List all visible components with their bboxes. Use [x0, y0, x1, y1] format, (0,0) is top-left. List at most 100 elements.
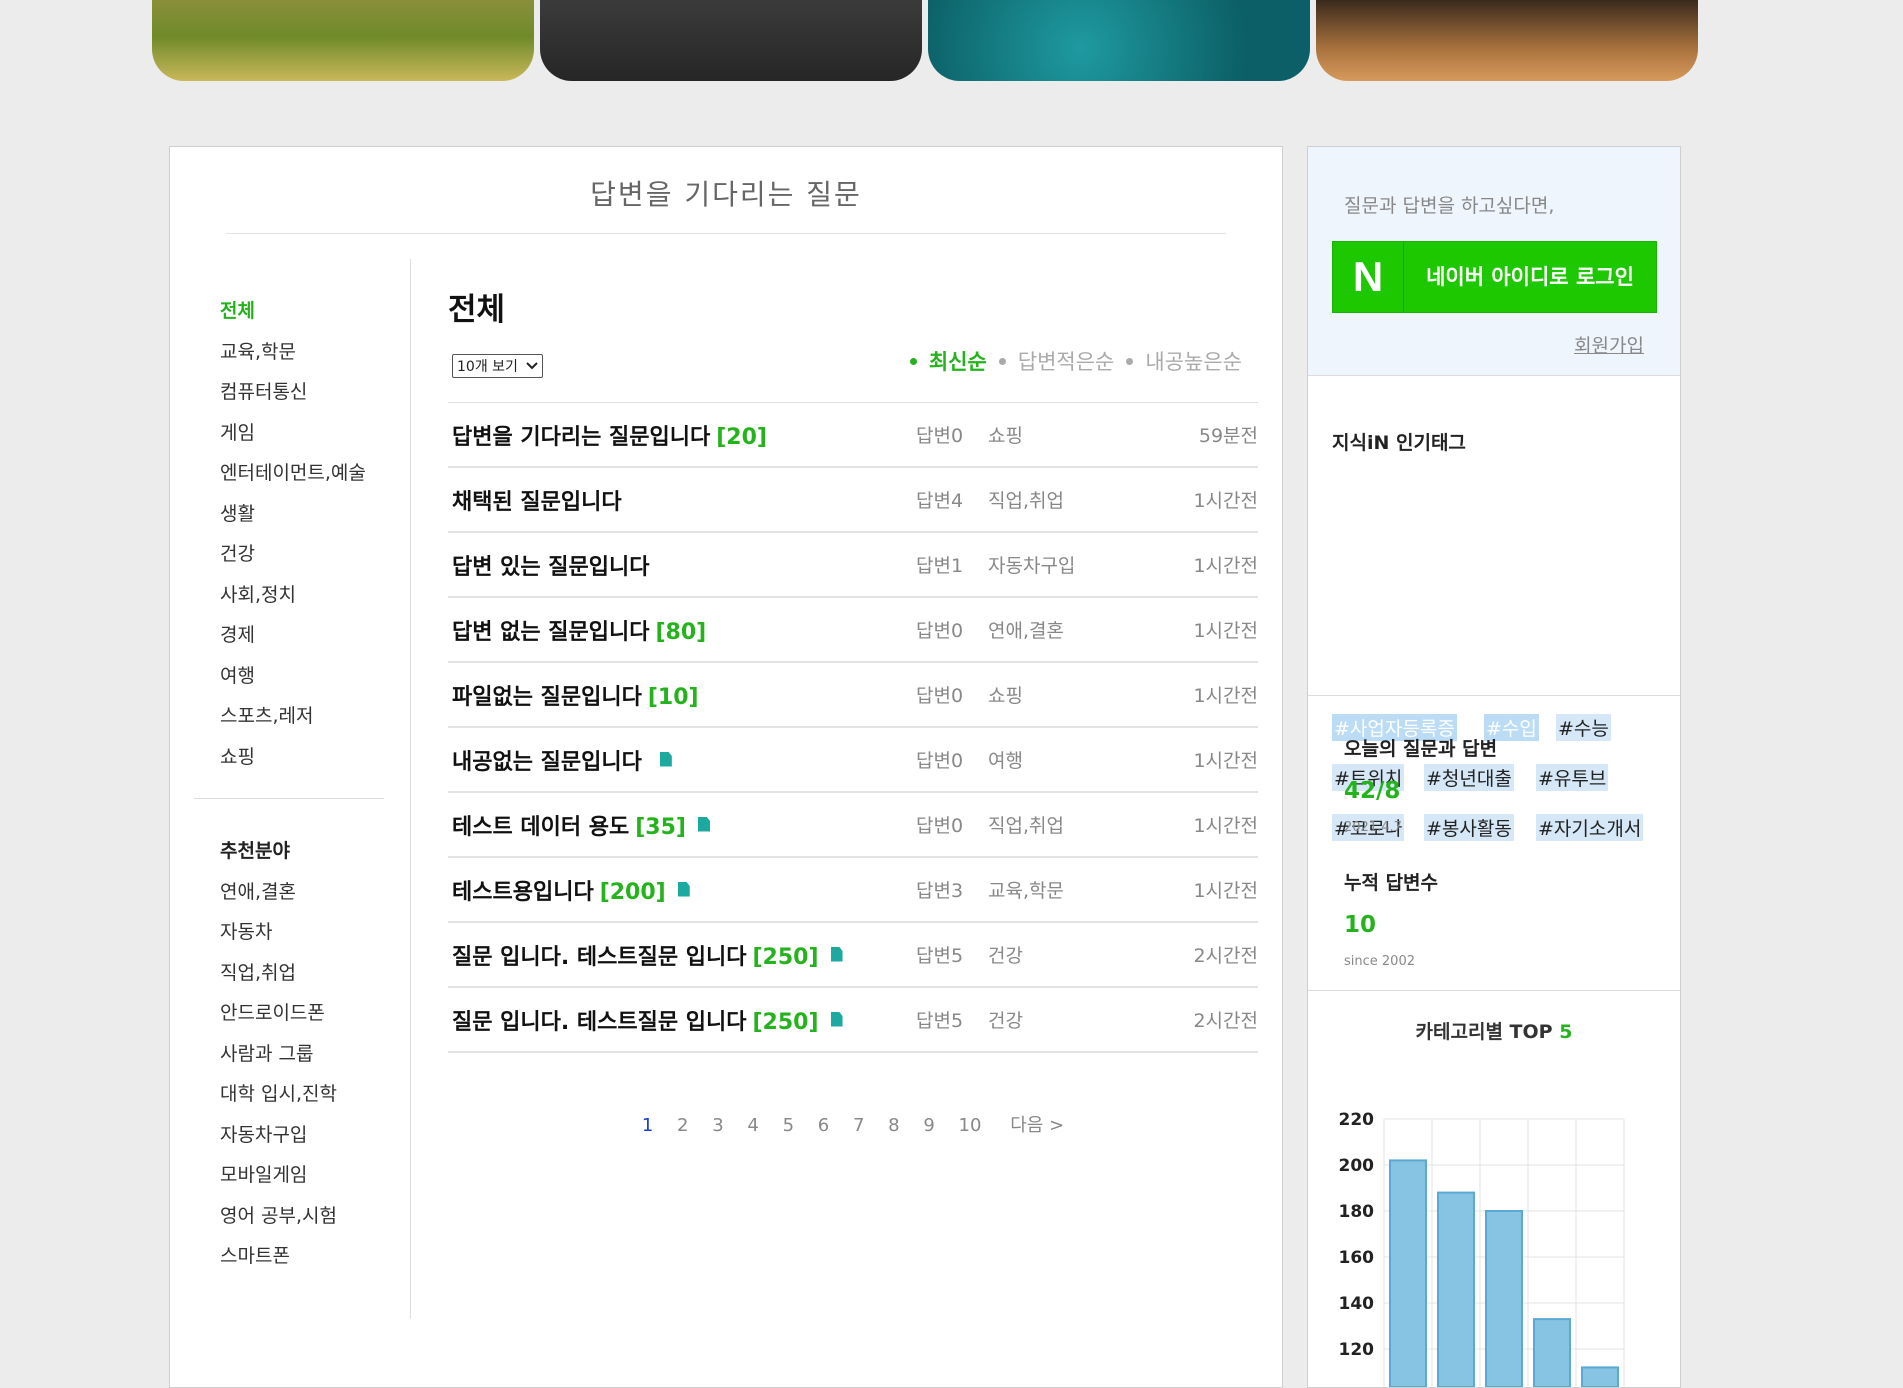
question-row[interactable]: 테스트용입니다 [200] 답변3 교육,학문 1시간전: [448, 858, 1258, 923]
page-link[interactable]: 2: [677, 1115, 688, 1136]
recommend-item[interactable]: 모바일게임: [220, 1155, 400, 1196]
column-divider: [410, 259, 411, 1319]
question-category: 건강: [988, 1010, 1023, 1032]
y-tick-label: 180: [1339, 1202, 1375, 1222]
answer-count: 답변4: [916, 490, 964, 512]
answer-count: 답변1: [916, 555, 964, 577]
page-link[interactable]: 3: [712, 1115, 723, 1136]
category-item[interactable]: 여행: [220, 656, 400, 697]
question-row[interactable]: 테스트 데이터 용도 [35] 답변0 직업,취업 1시간전: [448, 793, 1258, 858]
next-page-link[interactable]: 다음 >: [1010, 1111, 1064, 1137]
question-time: 1시간전: [1193, 880, 1258, 902]
question-title-link[interactable]: 테스트 데이터 용도 [35]: [452, 809, 710, 841]
recommend-item[interactable]: 자동차: [220, 912, 400, 953]
question-title-link[interactable]: 질문 입니다. 테스트질문 입니다 [250]: [452, 939, 843, 971]
question-row[interactable]: 파일없는 질문입니다 [10] 답변0 쇼핑 1시간전: [448, 663, 1258, 728]
question-time: 1시간전: [1193, 685, 1258, 707]
page-link[interactable]: 8: [888, 1115, 899, 1136]
question-time: 1시간전: [1193, 555, 1258, 577]
chart-bar[interactable]: [1389, 1159, 1427, 1387]
question-title: 파일없는 질문입니다: [452, 684, 642, 710]
top5-bar-chart: 120 140 160 180 200 220: [1339, 1110, 1625, 1387]
question-row[interactable]: 질문 입니다. 테스트질문 입니다 [250] 답변5 건강 2시간전: [448, 988, 1258, 1053]
category-item[interactable]: 스포츠,레저: [220, 696, 400, 737]
recommend-item[interactable]: 영어 공부,시험: [220, 1196, 400, 1237]
y-tick-label: 120: [1339, 1340, 1375, 1360]
recommend-item[interactable]: 자동차구입: [220, 1115, 400, 1156]
page-link[interactable]: 5: [783, 1115, 794, 1136]
y-tick-label: 220: [1339, 1110, 1375, 1130]
y-tick-label: 200: [1339, 1156, 1375, 1176]
question-title-link[interactable]: 채택된 질문입니다: [452, 484, 628, 516]
banner-image-hand[interactable]: [540, 0, 922, 81]
question-title-link[interactable]: 질문 입니다. 테스트질문 입니다 [250]: [452, 1004, 843, 1036]
question-category: 자동차구입: [988, 555, 1076, 577]
category-item[interactable]: 경제: [220, 615, 400, 656]
sort-options: 최신순 답변적은순 내공높은순: [909, 346, 1242, 376]
question-title-link[interactable]: 답변 없는 질문입니다 [80]: [452, 614, 706, 646]
sort-latest[interactable]: 최신순: [929, 346, 987, 376]
perpage-select[interactable]: 10개 보기: [452, 354, 543, 378]
naver-login-button[interactable]: N 네이버 아이디로 로그인: [1332, 241, 1657, 313]
category-item[interactable]: 엔터테이먼트,예술: [220, 453, 400, 494]
recommend-item[interactable]: 안드로이드폰: [220, 993, 400, 1034]
category-item[interactable]: 건강: [220, 534, 400, 575]
page-link[interactable]: 9: [923, 1115, 934, 1136]
question-title-link[interactable]: 답변 있는 질문입니다: [452, 549, 655, 581]
question-title: 테스트용입니다: [452, 879, 594, 905]
question-row[interactable]: 질문 입니다. 테스트질문 입니다 [250] 답변5 건강 2시간전: [448, 923, 1258, 988]
question-row[interactable]: 답변 있는 질문입니다 답변1 자동차구입 1시간전: [448, 533, 1258, 598]
answer-count: 답변5: [916, 1010, 964, 1032]
perpage-value: 10개 보기: [457, 359, 518, 375]
question-row[interactable]: 채택된 질문입니다 답변4 직업,취업 1시간전: [448, 468, 1258, 533]
question-title: 내공없는 질문입니다: [452, 749, 642, 775]
question-title: 질문 입니다. 테스트질문 입니다: [452, 1009, 747, 1035]
question-title-link[interactable]: 파일없는 질문입니다 [10]: [452, 679, 699, 711]
question-time: 2시간전: [1193, 1010, 1258, 1032]
answer-count: 답변3: [916, 880, 964, 902]
question-title-link[interactable]: 테스트용입니다 [200]: [452, 874, 690, 906]
chart-bar[interactable]: [1437, 1191, 1475, 1387]
question-row[interactable]: 답변 없는 질문입니다 [80] 답변0 연애,결혼 1시간전: [448, 598, 1258, 663]
question-content: 전체 10개 보기 최신순 답변적은순 내공높은순 답변을 기다리는 질문입니다…: [448, 282, 1258, 1137]
category-item[interactable]: 교육,학문: [220, 332, 400, 373]
question-title: 답변 있는 질문입니다: [452, 554, 650, 580]
banner-image-sheep[interactable]: [152, 0, 534, 81]
category-item[interactable]: 게임: [220, 413, 400, 454]
file-attachment-icon: [677, 881, 690, 897]
category-item[interactable]: 전체: [220, 291, 400, 332]
question-title-link[interactable]: 내공없는 질문입니다: [452, 744, 672, 776]
content-title: 전체: [448, 292, 506, 328]
sort-fewest-answers[interactable]: 답변적은순: [1018, 346, 1115, 376]
page-link[interactable]: 10: [959, 1115, 982, 1136]
banner-image-sea[interactable]: [928, 0, 1310, 81]
signup-link[interactable]: 회원가입: [1574, 331, 1644, 358]
recommend-item[interactable]: 대학 입시,진학: [220, 1074, 400, 1115]
question-row[interactable]: 답변을 기다리는 질문입니다 [20] 답변0 쇼핑 59분전: [448, 403, 1258, 468]
question-title-link[interactable]: 답변을 기다리는 질문입니다 [20]: [452, 419, 767, 451]
recommend-item[interactable]: 사람과 그룹: [220, 1034, 400, 1075]
category-item[interactable]: 쇼핑: [220, 737, 400, 778]
chart-bar[interactable]: [1581, 1366, 1619, 1387]
page-link[interactable]: 1: [642, 1115, 653, 1136]
top5-title-text: 카테고리별 TOP: [1415, 1021, 1553, 1043]
popular-tags-title: 지식iN 인기태그: [1332, 432, 1466, 454]
page-link[interactable]: 4: [747, 1115, 758, 1136]
banner-image-cooking[interactable]: [1316, 0, 1698, 81]
question-points: [20]: [716, 424, 767, 450]
chart-bar[interactable]: [1485, 1210, 1523, 1387]
category-item[interactable]: 컴퓨터통신: [220, 372, 400, 413]
recommend-item[interactable]: 연애,결혼: [220, 872, 400, 913]
sort-highest-points[interactable]: 내공높은순: [1145, 346, 1242, 376]
recommend-item[interactable]: 직업,취업: [220, 953, 400, 994]
today-stats-title: 오늘의 질문과 답변: [1344, 738, 1498, 760]
recommend-item[interactable]: 스마트폰: [220, 1236, 400, 1277]
category-item[interactable]: 사회,정치: [220, 575, 400, 616]
page-link[interactable]: 7: [853, 1115, 864, 1136]
total-answers-title: 누적 답변수: [1344, 872, 1439, 894]
question-category: 직업,취업: [988, 490, 1064, 512]
question-title: 답변을 기다리는 질문입니다: [452, 424, 711, 450]
category-item[interactable]: 생활: [220, 494, 400, 535]
question-row[interactable]: 내공없는 질문입니다 답변0 여행 1시간전: [448, 728, 1258, 793]
page-link[interactable]: 6: [818, 1115, 829, 1136]
